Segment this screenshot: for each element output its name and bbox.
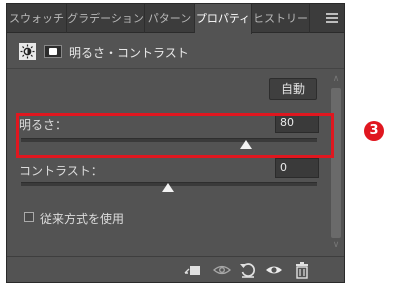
sun-icon xyxy=(19,43,36,60)
callout-number-badge: 3 xyxy=(364,121,384,141)
tab-properties[interactable]: プロパティ xyxy=(195,4,252,34)
use-legacy-label[interactable]: 従来方式を使用 xyxy=(40,210,124,227)
contrast-input[interactable]: 0 xyxy=(275,158,319,178)
properties-panel: スウォッチ グラデーション パターン プロパティ ヒストリー 明るさ・コントラス… xyxy=(6,3,345,283)
tab-history[interactable]: ヒストリー xyxy=(252,4,310,33)
adjustment-title: 明るさ・コントラスト xyxy=(69,46,189,60)
brightness-highlight-box xyxy=(16,113,334,158)
tab-swatches[interactable]: スウォッチ xyxy=(7,4,67,33)
scroll-down-arrow-icon[interactable]: ∨ xyxy=(331,240,341,250)
panel-footer xyxy=(7,256,344,282)
properties-header: 明るさ・コントラスト xyxy=(7,34,344,69)
visibility-icon[interactable] xyxy=(265,261,283,279)
clip-to-layer-icon[interactable] xyxy=(183,261,201,279)
hamburger-menu-icon[interactable] xyxy=(326,13,338,23)
contrast-label: コントラスト： xyxy=(19,164,103,178)
view-previous-state-icon[interactable] xyxy=(213,261,231,279)
tab-patterns[interactable]: パターン xyxy=(145,4,195,33)
layer-mask-icon[interactable] xyxy=(44,45,62,58)
contrast-slider-thumb[interactable] xyxy=(162,183,174,192)
reset-icon[interactable] xyxy=(239,261,257,279)
use-legacy-checkbox[interactable] xyxy=(24,212,34,222)
scroll-up-arrow-icon[interactable]: ∧ xyxy=(331,74,341,84)
tab-gradients[interactable]: グラデーション xyxy=(67,4,145,33)
trash-icon[interactable] xyxy=(293,261,311,279)
scrollbar-thumb[interactable] xyxy=(331,88,341,238)
auto-button[interactable]: 自動 xyxy=(269,78,317,100)
tab-bar: スウォッチ グラデーション パターン プロパティ ヒストリー xyxy=(7,4,344,34)
